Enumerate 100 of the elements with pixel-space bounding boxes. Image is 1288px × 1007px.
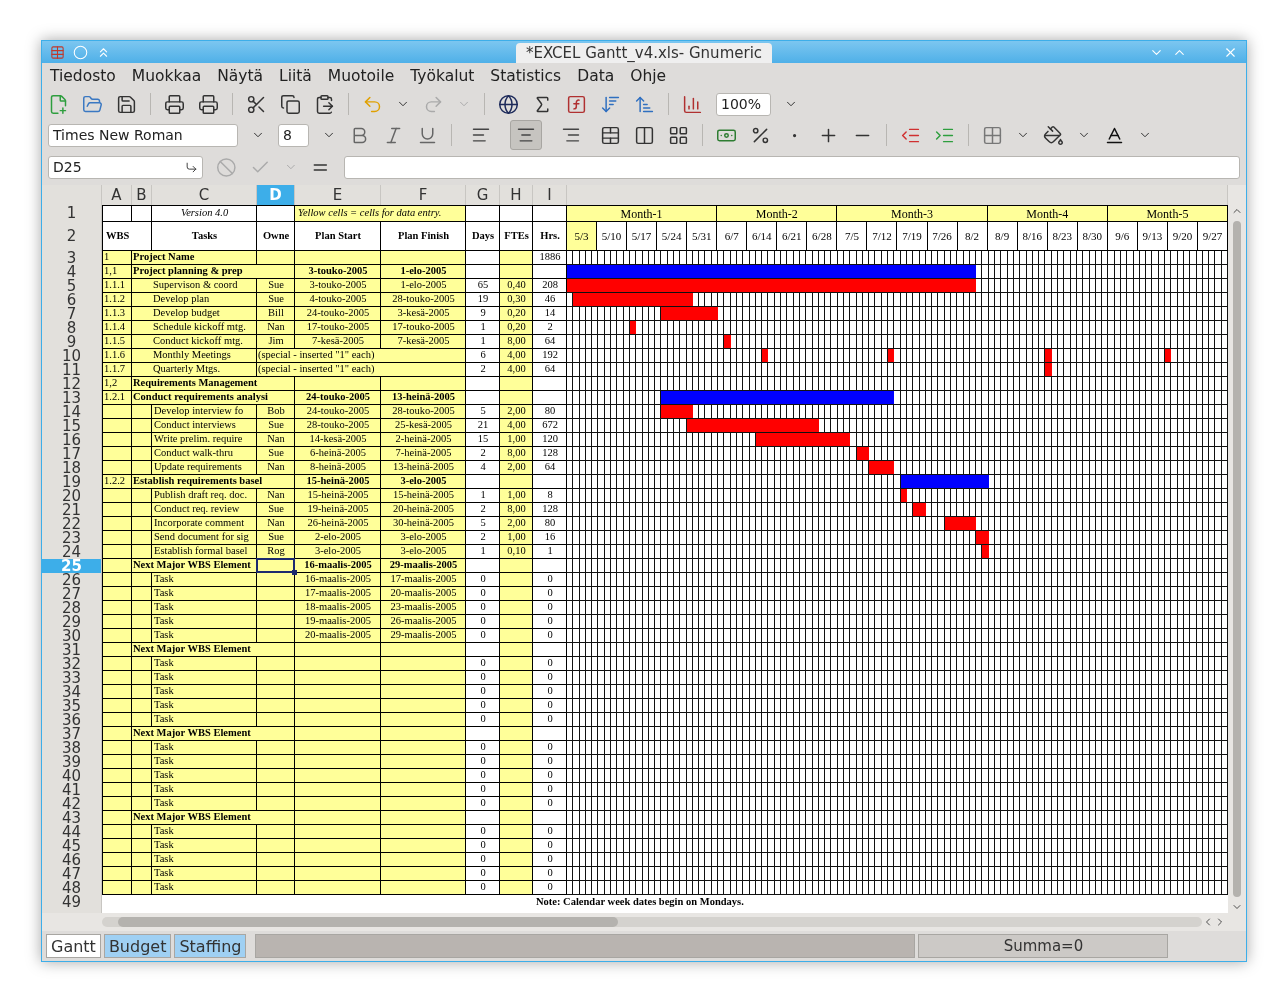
new-file-icon[interactable]	[48, 93, 69, 115]
column-header[interactable]: E	[295, 185, 381, 205]
row-header[interactable]: 29	[42, 615, 102, 629]
column-header[interactable]: B	[132, 185, 152, 205]
row-header[interactable]: 24	[42, 545, 102, 559]
row-header[interactable]: 31	[42, 643, 102, 657]
column-heading: Days	[466, 222, 500, 251]
circle-icon[interactable]	[73, 44, 88, 60]
row-header[interactable]: 18	[42, 461, 102, 475]
menu-item[interactable]: Ohje	[630, 67, 667, 85]
chart-icon[interactable]	[682, 93, 703, 115]
column-header[interactable]: C	[152, 185, 257, 205]
row-header[interactable]: 30	[42, 629, 102, 643]
scrollbar-thumb[interactable]	[118, 917, 618, 927]
menu-item[interactable]: Statistics	[490, 67, 562, 85]
cell-name-field[interactable]: D25	[48, 155, 204, 179]
row-header[interactable]: 40	[42, 769, 102, 783]
row-header[interactable]: 28	[42, 601, 102, 615]
cell-cursor[interactable]	[256, 558, 295, 573]
save-icon[interactable]	[116, 93, 137, 115]
printer-icon[interactable]	[198, 93, 219, 115]
column-header[interactable]: A	[102, 185, 132, 205]
sheet-tab[interactable]: Staffing	[174, 934, 247, 958]
row-header[interactable]: 46	[42, 853, 102, 867]
fill-icon[interactable]	[1043, 124, 1064, 146]
row-header[interactable]: 39	[42, 755, 102, 769]
row-header[interactable]: 36	[42, 713, 102, 727]
row-header[interactable]: 35	[42, 699, 102, 713]
row-header[interactable]: 7	[42, 307, 102, 321]
row-header[interactable]: 20	[42, 489, 102, 503]
row-header[interactable]: 8	[42, 321, 102, 335]
row-header[interactable]: 45	[42, 839, 102, 853]
menu-item[interactable]: Työkalut	[410, 67, 475, 85]
row-header[interactable]: 47	[42, 867, 102, 881]
row-header[interactable]: 33	[42, 671, 102, 685]
menu-item[interactable]: Näytä	[217, 67, 263, 85]
column-header[interactable]: I	[533, 185, 567, 205]
zoom-field[interactable]: 100%	[716, 92, 771, 116]
row-header[interactable]: 41	[42, 783, 102, 797]
paste-icon[interactable]	[314, 93, 335, 115]
row-header[interactable]: 12	[42, 377, 102, 391]
arrow-icon[interactable]	[185, 160, 199, 174]
row-header[interactable]: 11	[42, 363, 102, 377]
row-header[interactable]: 13	[42, 391, 102, 405]
row-header[interactable]: 10	[42, 349, 102, 363]
wbs-cell: 1.1.5	[102, 335, 132, 349]
column-header[interactable]: H	[500, 185, 533, 205]
menu-item[interactable]: Tiedosto	[50, 67, 116, 85]
grid-icon[interactable]	[668, 124, 689, 146]
version-label: Version 4.0	[152, 205, 257, 222]
row-header[interactable]: 44	[42, 825, 102, 839]
row-header[interactable]: 3	[42, 251, 102, 265]
row-header[interactable]: 27	[42, 587, 102, 601]
spreadsheet-icon[interactable]	[50, 44, 65, 60]
row-header[interactable]: 21	[42, 503, 102, 517]
hours-cell: 208	[533, 279, 567, 293]
column-header[interactable]: G	[466, 185, 500, 205]
row-header[interactable]: 49	[42, 895, 102, 909]
scissors-icon[interactable]	[246, 93, 267, 115]
menu-item[interactable]: Muokkaa	[131, 67, 202, 85]
font-field[interactable]: Times New Roman	[48, 123, 238, 147]
globe-icon[interactable]	[498, 93, 519, 115]
row-header[interactable]: 38	[42, 741, 102, 755]
row-header[interactable]: 15	[42, 419, 102, 433]
row-header[interactable]: 17	[42, 447, 102, 461]
row-header[interactable]: 1	[42, 205, 102, 222]
row-header[interactable]: 4	[42, 265, 102, 279]
borders-icon[interactable]	[982, 124, 1003, 146]
row-header[interactable]: 9	[42, 335, 102, 349]
row-header[interactable]: 2	[42, 222, 102, 251]
font-size-field[interactable]: 8	[278, 123, 309, 147]
printer-icon[interactable]	[164, 93, 185, 115]
menu-item[interactable]: Data	[577, 67, 615, 85]
split-cells-icon[interactable]	[634, 124, 655, 146]
sheet-tab[interactable]: Gantt	[46, 934, 101, 958]
row-header[interactable]: 34	[42, 685, 102, 699]
merge-cells-icon[interactable]	[600, 124, 621, 146]
row-header[interactable]: 37	[42, 727, 102, 741]
row-header[interactable]: 23	[42, 531, 102, 545]
menu-item[interactable]: Muotoile	[327, 67, 395, 85]
row-header[interactable]: 32	[42, 657, 102, 671]
align-center-button[interactable]	[510, 120, 542, 150]
row-header[interactable]: 22	[42, 517, 102, 531]
formula-field[interactable]	[344, 155, 1240, 179]
scrollbar-thumb[interactable]	[1233, 221, 1241, 897]
menu-item[interactable]: Liitä	[279, 67, 312, 85]
row-header[interactable]: 14	[42, 405, 102, 419]
row-header[interactable]: 5	[42, 279, 102, 293]
function-icon[interactable]	[566, 93, 587, 115]
sheet-tab[interactable]: Budget	[103, 934, 172, 958]
row-header[interactable]: 16	[42, 433, 102, 447]
row-header[interactable]: 43	[42, 811, 102, 825]
column-header[interactable]: F	[381, 185, 466, 205]
row-header[interactable]: 42	[42, 797, 102, 811]
row-header[interactable]: 48	[42, 881, 102, 895]
row-header[interactable]: 6	[42, 293, 102, 307]
row-header[interactable]: 19	[42, 475, 102, 489]
folder-icon[interactable]	[82, 93, 103, 115]
copy-icon[interactable]	[280, 93, 301, 115]
row-header[interactable]: 26	[42, 573, 102, 587]
